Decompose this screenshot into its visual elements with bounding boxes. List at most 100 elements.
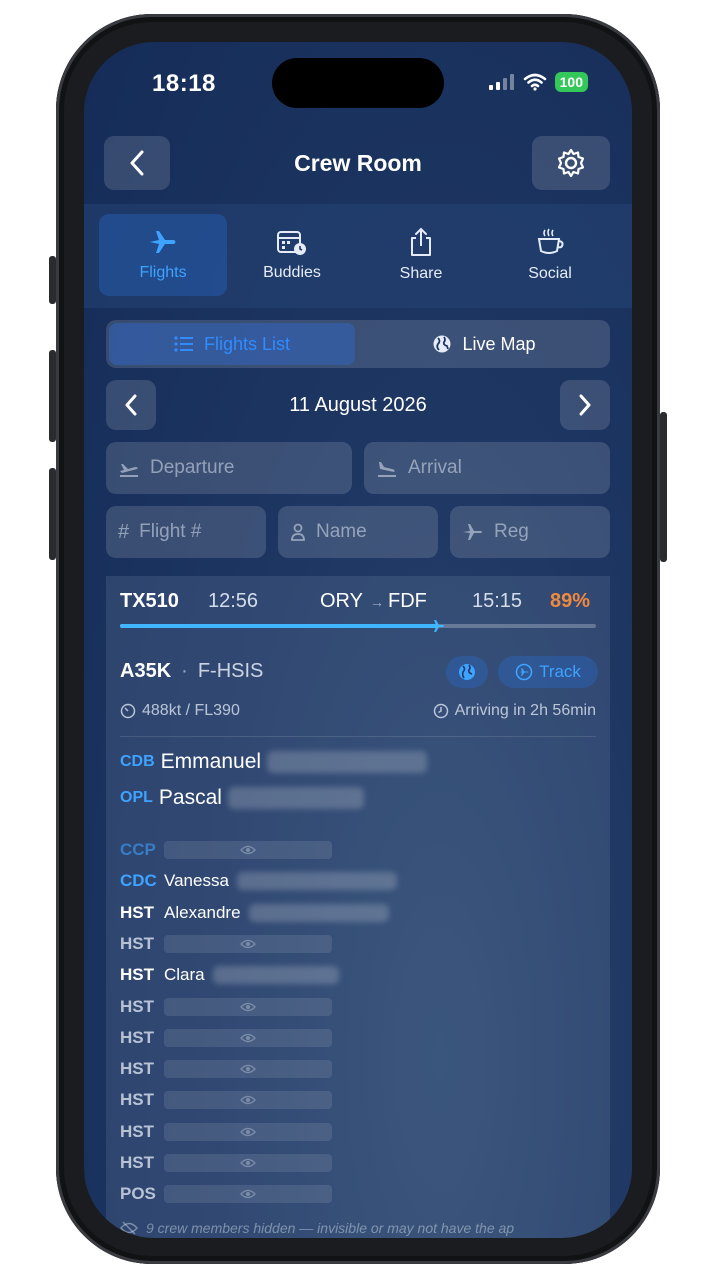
card-divider xyxy=(120,736,596,737)
hidden-crew-placeholder xyxy=(164,1185,332,1204)
arrival-filter[interactable]: Arrival xyxy=(364,442,610,494)
flight-summary-row: TX510 12:56 ORY → FDF 15:15 89% xyxy=(106,590,610,616)
tab-social-label: Social xyxy=(528,265,572,282)
dynamic-island xyxy=(272,58,444,108)
chevron-right-icon xyxy=(579,394,591,416)
route-arrow-icon: → xyxy=(370,594,384,610)
registration-placeholder: Reg xyxy=(494,521,529,542)
speed-altitude-text: 488kt / FL390 xyxy=(142,702,240,719)
crew-row: HST xyxy=(120,1151,332,1175)
crew-row: HST xyxy=(120,995,332,1019)
eye-icon xyxy=(240,1158,256,1168)
clock-icon xyxy=(433,703,448,719)
blurred-surname xyxy=(227,787,364,809)
map-globe-button[interactable] xyxy=(446,656,488,688)
gauge-icon xyxy=(120,703,136,719)
coffee-cup-icon xyxy=(537,228,564,254)
crew-role: HST xyxy=(120,902,154,922)
crew-name: Pascal xyxy=(158,786,222,809)
progress-airplane-icon xyxy=(431,620,444,632)
crew-name: Emmanuel xyxy=(160,750,262,773)
globe-icon xyxy=(433,335,451,353)
eye-icon xyxy=(240,1033,256,1042)
crew-role: HST xyxy=(120,965,154,985)
hidden-crew-placeholder xyxy=(164,1154,332,1172)
date-navigator: 11 August 2026 xyxy=(106,380,610,430)
arrival-eta-text: Arriving in 2h 56min xyxy=(454,702,596,719)
speed-altitude: 488kt / FL390 xyxy=(120,702,240,720)
arrival-eta: Arriving in 2h 56min xyxy=(433,702,596,720)
power-button xyxy=(660,412,667,562)
flight-card[interactable]: TX510 12:56 ORY → FDF 15:15 89% A35K · F… xyxy=(106,576,610,1238)
status-time: 18:18 xyxy=(152,70,216,97)
wifi-icon xyxy=(523,73,546,91)
departure-placeholder: Departure xyxy=(150,457,235,478)
tab-buddies-label: Buddies xyxy=(263,264,321,281)
blurred-surname xyxy=(267,751,428,773)
volume-down-button xyxy=(49,468,56,560)
tab-buddies[interactable]: Buddies xyxy=(228,214,356,296)
crew-row: CDC Vanessa xyxy=(120,869,397,893)
crew-row: HST Clara xyxy=(120,963,339,987)
departure-filter[interactable]: Departure xyxy=(106,442,352,494)
departure-time: 12:56 xyxy=(208,590,259,612)
eye-icon xyxy=(240,1127,256,1136)
name-placeholder: Name xyxy=(316,521,367,542)
crew-row: HST xyxy=(120,932,332,956)
flight-number-filter[interactable]: # Flight # xyxy=(106,506,266,558)
calendar-clock-icon xyxy=(277,231,306,255)
track-label: Track xyxy=(539,662,581,681)
next-day-button[interactable] xyxy=(560,380,610,430)
live-map-label: Live Map xyxy=(462,333,536,354)
airplane-circle-icon xyxy=(515,663,533,681)
crew-role: HST xyxy=(120,1121,154,1141)
takeoff-icon xyxy=(120,464,138,477)
hash-icon: # xyxy=(118,520,130,543)
flight-progress-bar xyxy=(120,620,596,632)
crew-role: HST xyxy=(120,1027,154,1047)
arrival-time: 15:15 xyxy=(472,590,523,612)
app-screen: 18:18 100 Crew Room Flights Buddies Shar… xyxy=(84,42,632,1238)
aircraft-separator: · xyxy=(181,660,188,682)
crew-row: HST xyxy=(120,1088,332,1112)
crew-row: HST xyxy=(120,1120,332,1144)
eye-icon xyxy=(240,1002,256,1011)
track-button[interactable]: Track xyxy=(498,656,598,688)
live-map-toggle[interactable]: Live Map xyxy=(361,323,607,365)
registration-filter[interactable]: Reg xyxy=(450,506,610,558)
signal-icon xyxy=(488,74,514,90)
crew-role: HST xyxy=(120,1090,154,1110)
progress-percent: 89% xyxy=(550,590,591,612)
eye-icon xyxy=(240,1064,256,1074)
tab-social[interactable]: Social xyxy=(486,214,614,296)
gear-icon xyxy=(557,148,585,178)
crew-first-officer: OPL Pascal xyxy=(120,786,364,810)
globe-icon xyxy=(459,664,475,680)
flights-list-toggle[interactable]: Flights List xyxy=(109,323,355,365)
aircraft-info: A35K · F-HSIS xyxy=(120,660,263,683)
crew-row: POS xyxy=(120,1182,332,1206)
share-icon xyxy=(411,227,431,256)
eye-icon xyxy=(240,939,256,949)
flight-number-placeholder: Flight # xyxy=(139,521,202,542)
tab-share-label: Share xyxy=(399,265,443,282)
hidden-crew-note: 9 crew members hidden — invisible or may… xyxy=(120,1220,514,1236)
tab-share[interactable]: Share xyxy=(357,214,485,296)
settings-button[interactable] xyxy=(532,136,610,190)
name-filter[interactable]: Name xyxy=(278,506,438,558)
crew-role: HST xyxy=(120,1153,154,1172)
crew-name: Vanessa xyxy=(164,871,229,891)
hidden-crew-placeholder xyxy=(164,1122,332,1141)
eye-icon xyxy=(240,1096,256,1105)
blurred-surname xyxy=(212,966,339,985)
hidden-crew-placeholder xyxy=(164,1060,332,1079)
aircraft-type: A35K xyxy=(120,660,172,682)
hidden-crew-placeholder xyxy=(164,1091,332,1110)
volume-up-button xyxy=(49,350,56,442)
crew-captain: CDB Emmanuel xyxy=(120,750,428,774)
tab-flights-label: Flights xyxy=(139,264,187,281)
crew-role: CCP xyxy=(120,840,156,859)
person-icon xyxy=(291,523,305,541)
hidden-crew-placeholder xyxy=(164,997,332,1016)
tab-flights[interactable]: Flights xyxy=(99,214,227,296)
